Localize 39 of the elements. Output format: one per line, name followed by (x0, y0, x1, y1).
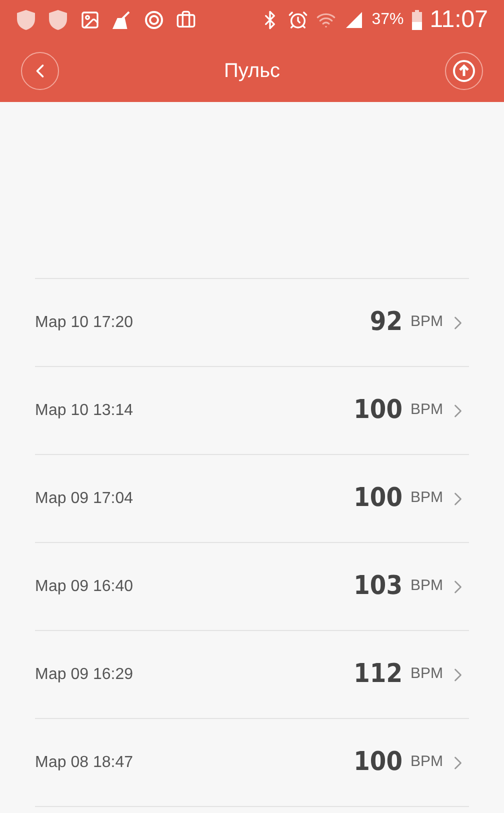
heart-rate-value: 100 (354, 482, 402, 515)
heart-rate-value: 100 (354, 746, 402, 779)
heart-rate-value: 100 (354, 394, 402, 427)
alarm-icon (288, 10, 308, 30)
record-time: Мар 09 17:04 (35, 488, 134, 508)
record-row[interactable]: Мар 10 17:20 92 BPM (35, 279, 469, 367)
shield-icon (48, 9, 68, 31)
broom-icon (112, 10, 132, 30)
upload-icon (453, 60, 475, 82)
unit-label: BPM (410, 664, 443, 684)
record-row[interactable]: Мар 10 13:14 100 BPM (35, 367, 469, 455)
record-row[interactable]: Мар 09 16:40 103 BPM (35, 543, 469, 631)
unit-label: BPM (410, 488, 443, 508)
picture-icon (80, 10, 100, 30)
record-time: Мар 10 17:20 (35, 312, 134, 332)
heart-rate-value: 92 (370, 306, 402, 339)
unit-label: BPM (410, 576, 443, 596)
target-icon (144, 10, 164, 30)
signal-icon (344, 10, 364, 30)
unit-label: BPM (410, 400, 443, 420)
record-row[interactable]: Мар 09 17:04 100 BPM (35, 455, 469, 543)
page-title: Пульс (222, 59, 282, 84)
record-time: Мар 10 13:14 (35, 400, 134, 420)
record-row[interactable]: Мар 08 18:47 100 BPM (35, 719, 469, 807)
shield-icon (16, 9, 36, 31)
unit-label: BPM (410, 312, 443, 332)
record-time: Мар 09 16:29 (35, 664, 134, 684)
battery-icon (412, 10, 422, 30)
heart-rate-value: 112 (354, 658, 402, 691)
clock: 11:07 (430, 5, 488, 35)
record-row[interactable]: Мар 09 16:29 112 BPM (35, 631, 469, 719)
unit-label: BPM (410, 752, 443, 772)
record-time: Мар 09 16:40 (35, 576, 134, 596)
record-time: Мар 08 18:47 (35, 752, 134, 772)
back-button[interactable] (21, 52, 59, 90)
battery-percent: 37% (372, 10, 404, 30)
heart-rate-value: 103 (354, 570, 402, 603)
briefcase-icon (176, 10, 196, 30)
share-button[interactable] (445, 52, 483, 90)
